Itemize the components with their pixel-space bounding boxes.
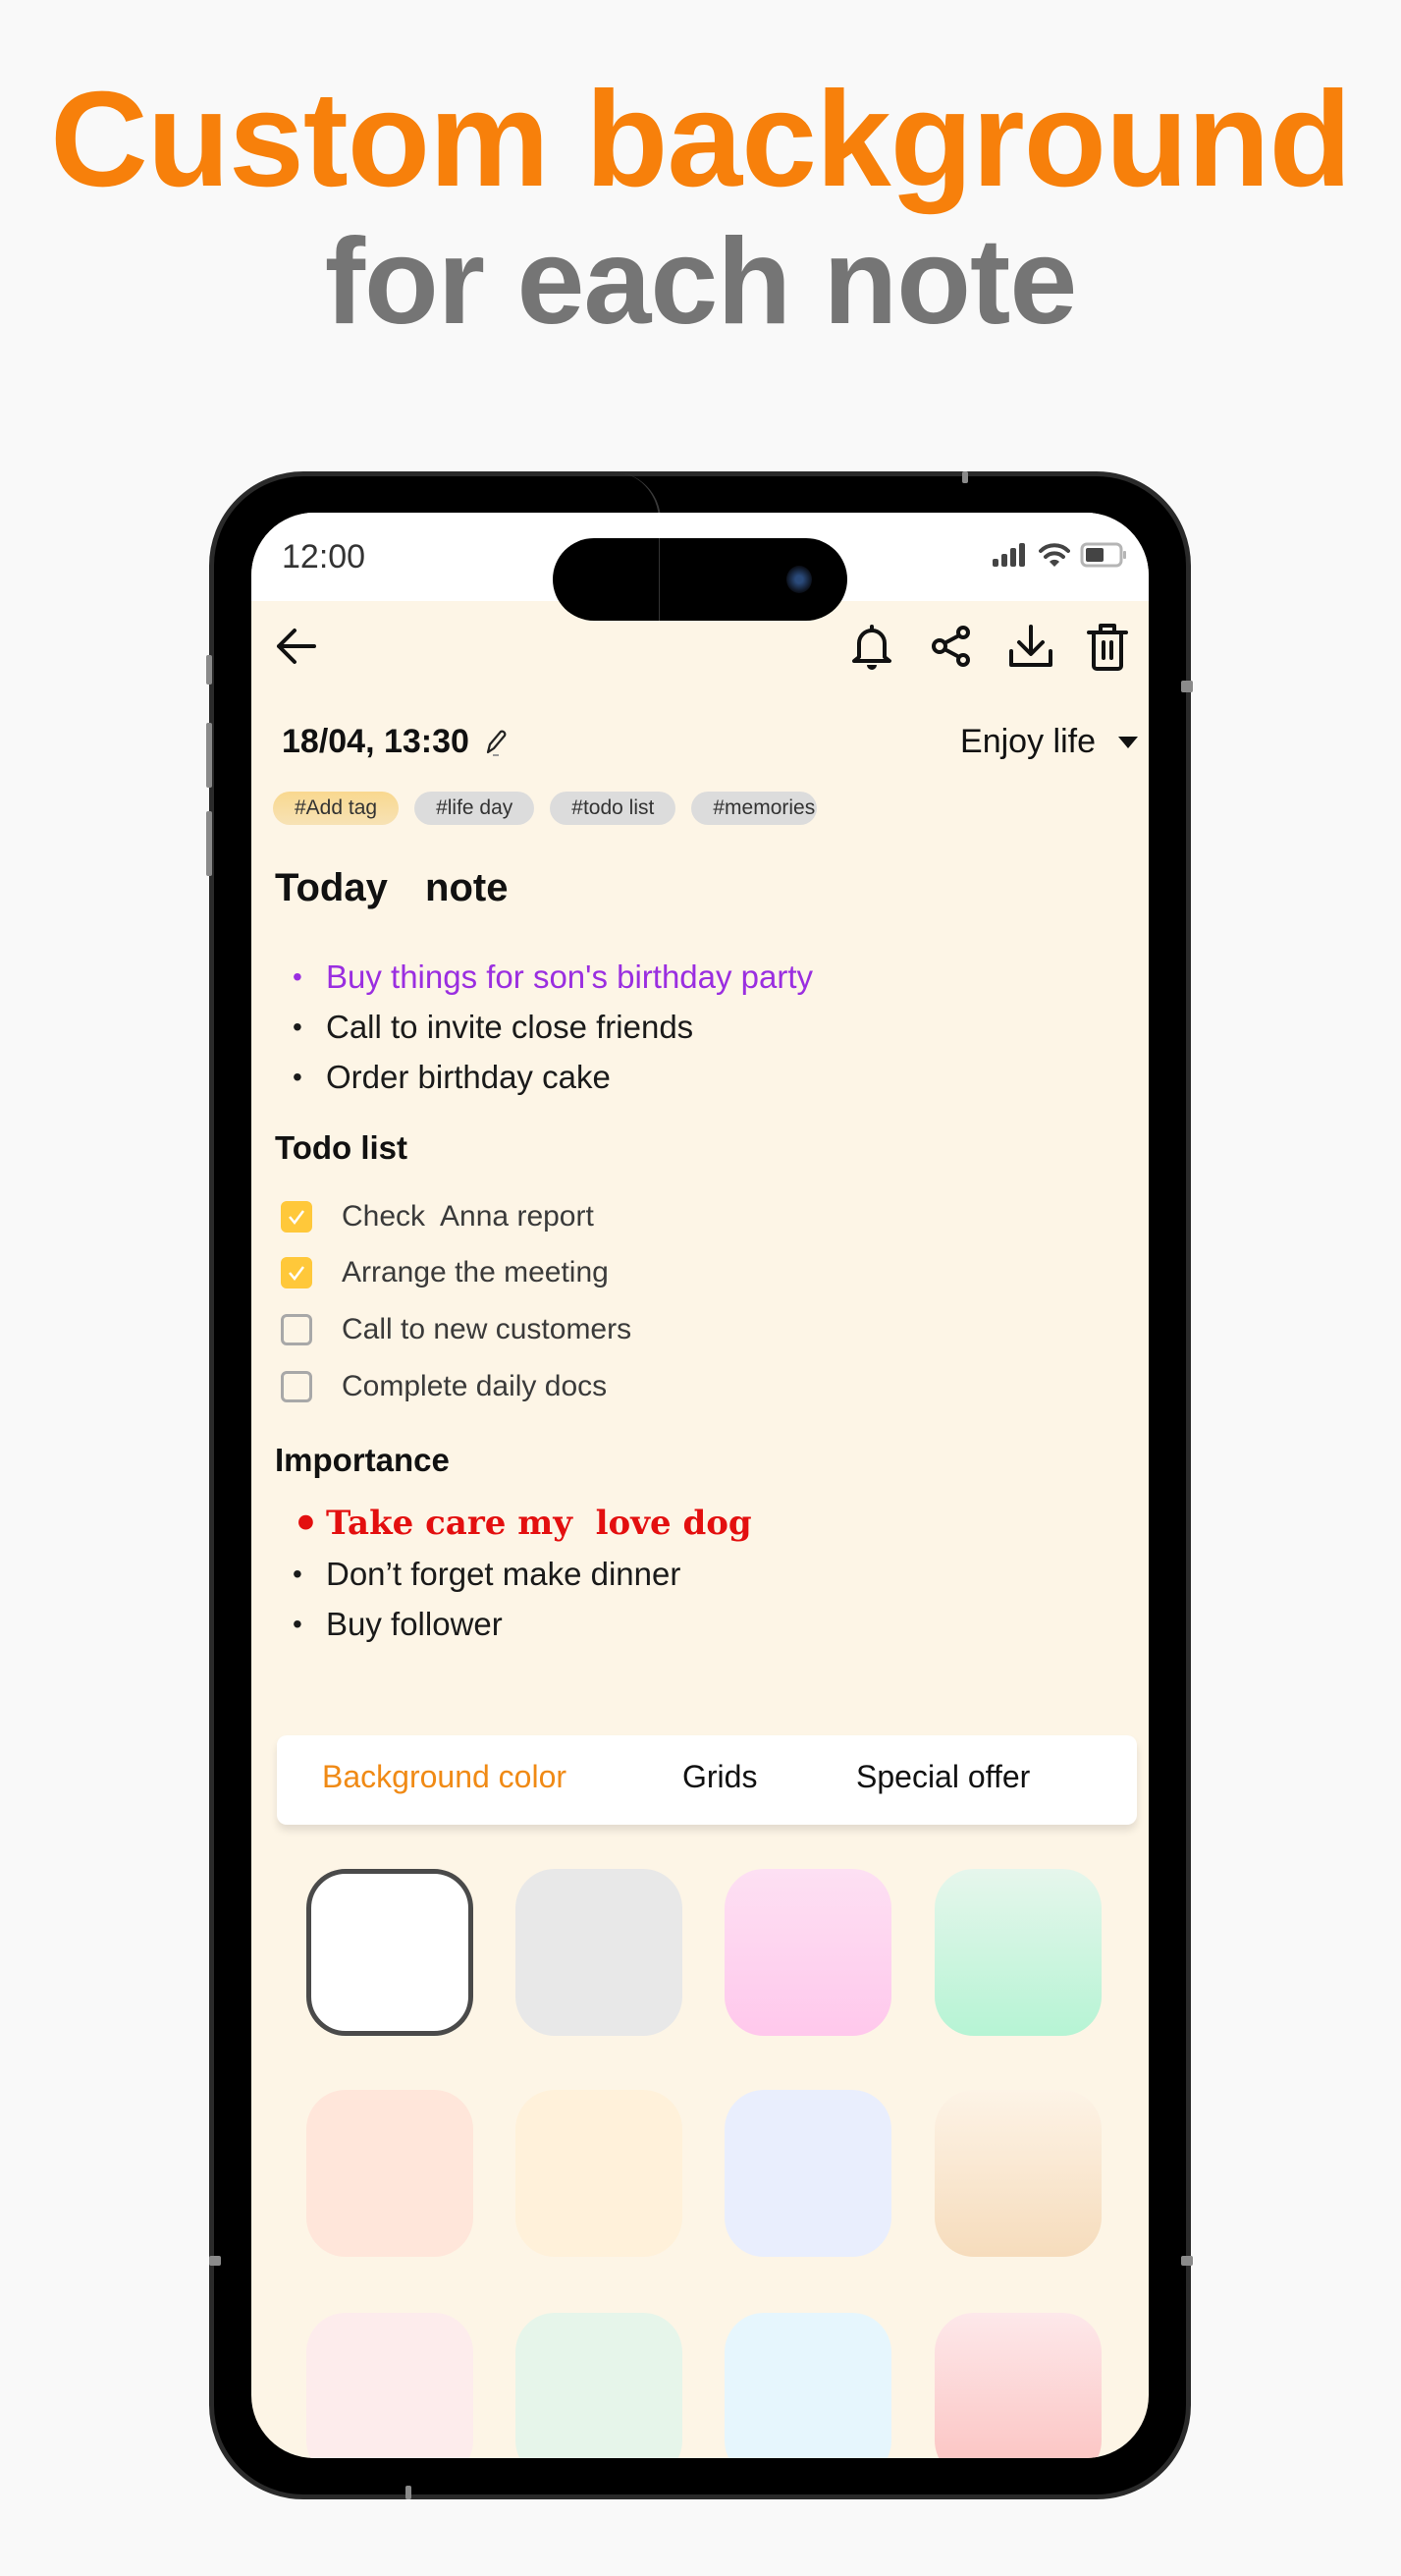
dynamic-island: [553, 538, 847, 621]
checkmark-icon: [289, 1266, 304, 1282]
reminder-button[interactable]: [846, 621, 897, 672]
checkbox-checked[interactable]: [281, 1200, 312, 1233]
todo-text: Complete daily docs: [342, 1369, 608, 1402]
share-button[interactable]: [927, 621, 978, 672]
color-swatch-light-gray[interactable]: [515, 1869, 682, 2036]
tab-background-color[interactable]: Background color: [322, 1759, 566, 1795]
importance-header: Importance: [275, 1442, 450, 1478]
phone-screen: 12:00 18/04, 13:30 Enjoy life #Add tag #…: [251, 513, 1149, 2458]
side-button: [962, 471, 968, 483]
list-item: Buy things for son's birthday party: [277, 952, 813, 1002]
battery-icon: [1080, 542, 1126, 568]
back-button[interactable]: [271, 621, 322, 672]
wifi-icon: [1039, 543, 1070, 567]
todo-item[interactable]: Call to new customers: [281, 1301, 631, 1358]
note-datetime[interactable]: 18/04, 13:30: [282, 723, 509, 761]
color-swatch-pale-green[interactable]: [515, 2313, 682, 2458]
color-swatch-pink-gradient[interactable]: [725, 1869, 891, 2036]
caret-down-icon: [1118, 736, 1138, 748]
list-item: Don’t forget make dinner: [277, 1549, 752, 1599]
todo-item[interactable]: Complete daily docs: [281, 1358, 631, 1415]
todo-item[interactable]: Arrange the meeting: [281, 1245, 631, 1302]
todo-item[interactable]: Check Anna report: [281, 1188, 631, 1245]
color-swatch-sand-gradient[interactable]: [935, 2090, 1102, 2257]
checkmark-icon: [289, 1210, 304, 1225]
list-item: Call to invite close friends: [277, 1002, 813, 1052]
tag-chip[interactable]: #life day: [414, 792, 535, 825]
side-button: [206, 811, 212, 876]
checkbox-checked[interactable]: [281, 1257, 312, 1289]
list-item: Take care my love dog: [277, 1499, 752, 1549]
color-swatch-white[interactable]: [306, 1869, 473, 2036]
color-swatch-peach[interactable]: [306, 2090, 473, 2257]
importance-list[interactable]: Take care my love dog Don’t forget make …: [277, 1499, 752, 1649]
tab-special-offer[interactable]: Special offer: [856, 1759, 1030, 1795]
todo-list: Check Anna report Arrange the meeting Ca…: [281, 1188, 631, 1414]
todo-text: Call to new customers: [342, 1312, 632, 1345]
side-button: [206, 723, 212, 788]
todo-text: Check Anna report: [342, 1199, 594, 1233]
checkbox-unchecked[interactable]: [281, 1370, 312, 1402]
side-button: [405, 2486, 411, 2499]
category-dropdown[interactable]: Enjoy life: [960, 723, 1139, 761]
note-datetime-text: 18/04, 13:30: [282, 723, 469, 760]
todo-list-header: Todo list: [275, 1129, 408, 1166]
note-bullet-list[interactable]: Buy things for son's birthday party Call…: [277, 952, 813, 1102]
background-tab-bar: Background color Grids Special offer: [277, 1735, 1137, 1825]
tab-grids[interactable]: Grids: [682, 1759, 757, 1795]
download-button[interactable]: [1005, 621, 1056, 672]
color-swatch-lavender[interactable]: [725, 2090, 891, 2257]
list-item: Buy follower: [277, 1599, 752, 1649]
side-button: [1181, 681, 1193, 692]
tag-list: #Add tag #life day #todo list #memories: [273, 792, 818, 825]
color-swatch-blush[interactable]: [306, 2313, 473, 2458]
headline-title: Custom background: [50, 64, 1352, 215]
todo-text: Arrange the meeting: [342, 1256, 609, 1289]
trash-icon: [1087, 624, 1128, 671]
color-swatch-rose-gradient[interactable]: [935, 2313, 1102, 2458]
bell-icon: [852, 625, 891, 670]
tag-chip[interactable]: #memories: [691, 792, 818, 825]
camera-icon: [786, 566, 812, 593]
add-tag-button[interactable]: #Add tag: [273, 792, 400, 825]
arrow-left-icon: [277, 629, 316, 664]
category-label: Enjoy life: [960, 723, 1096, 760]
delete-button[interactable]: [1082, 621, 1133, 672]
headline-subtitle: for each note: [324, 214, 1078, 350]
pencil-icon[interactable]: [483, 728, 509, 757]
color-swatch-mint-gradient[interactable]: [935, 1869, 1102, 2036]
tag-chip[interactable]: #todo list: [550, 792, 676, 825]
side-button: [1181, 2256, 1193, 2266]
status-time: 12:00: [282, 538, 366, 575]
list-item: Order birthday cake: [277, 1052, 813, 1102]
checkbox-unchecked[interactable]: [281, 1313, 312, 1345]
signal-icon: [993, 543, 1025, 567]
note-title[interactable]: Today note: [275, 866, 508, 910]
share-icon: [932, 626, 970, 667]
side-button: [209, 2256, 221, 2266]
download-icon: [1009, 625, 1052, 667]
side-button: [206, 655, 212, 685]
color-swatch-cream[interactable]: [515, 2090, 682, 2257]
color-swatch-ice-blue[interactable]: [725, 2313, 891, 2458]
